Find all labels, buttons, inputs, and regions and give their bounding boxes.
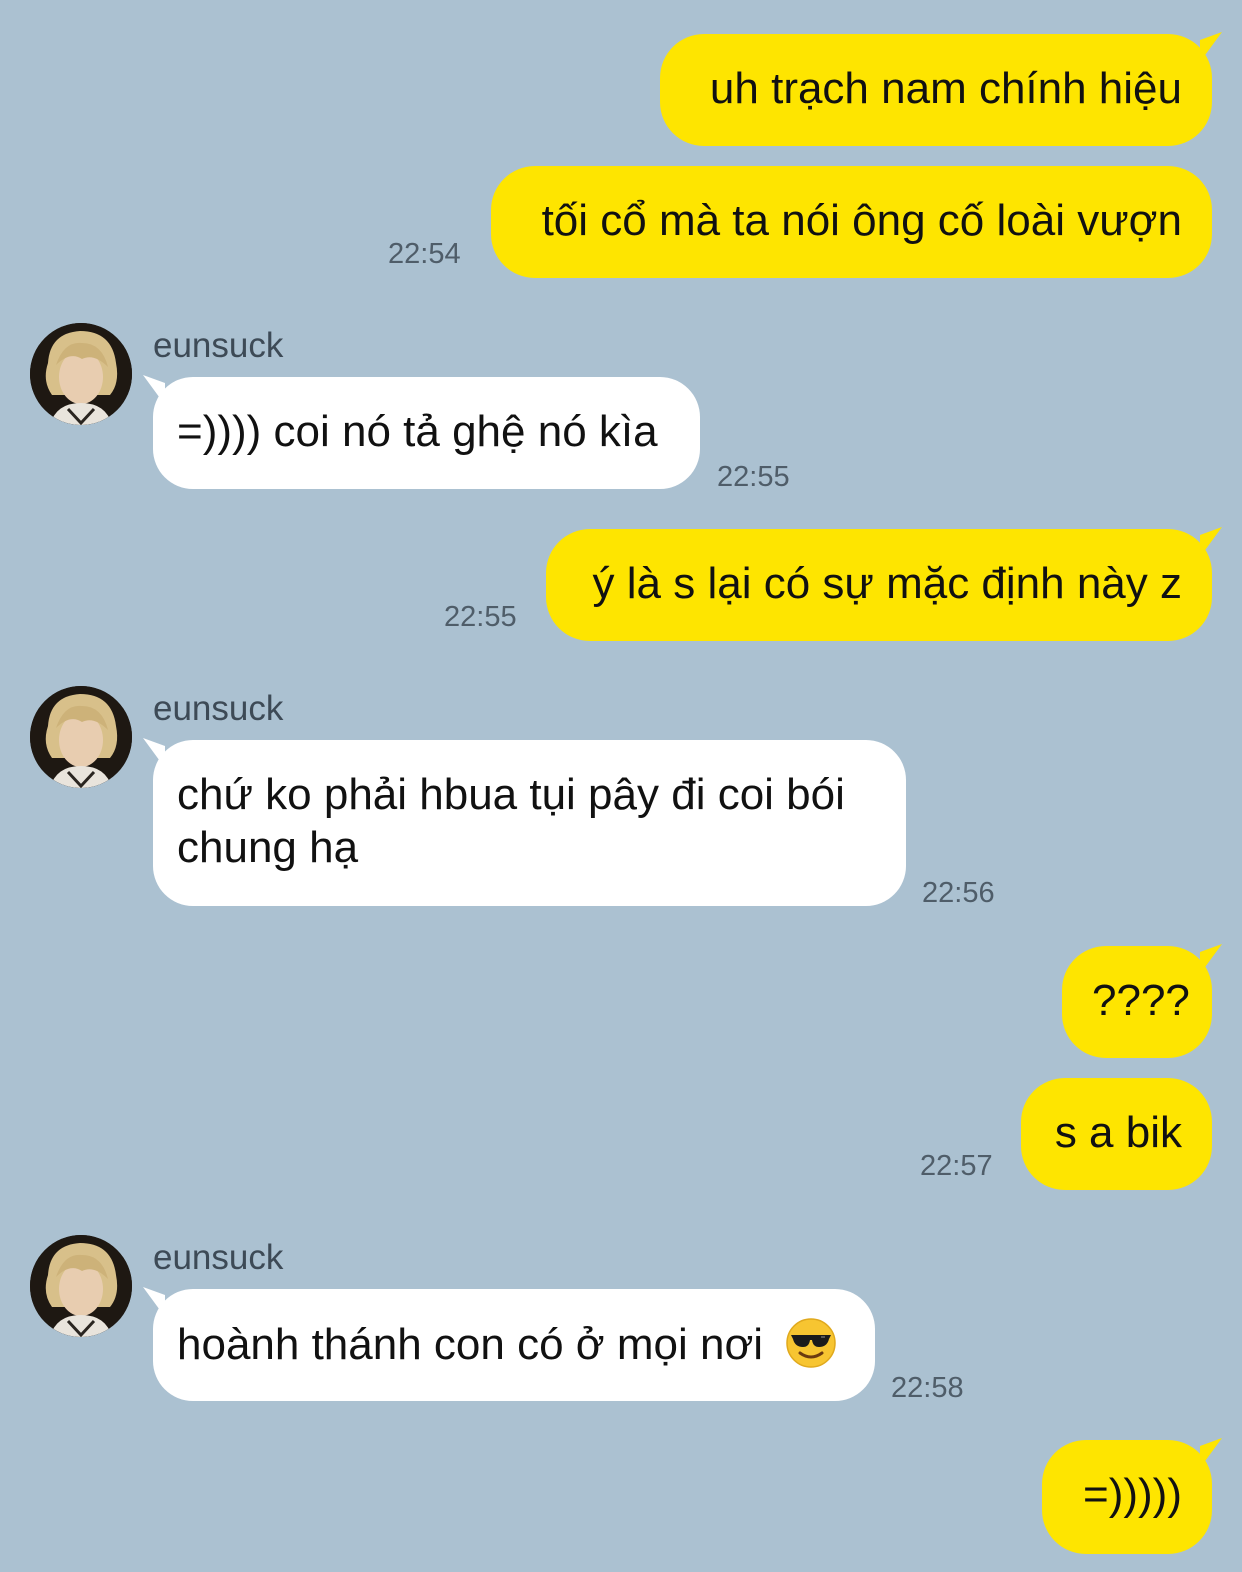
message-text: =)))))	[1083, 1470, 1182, 1519]
incoming-message-bubble[interactable]: =)))) coi nó tả ghệ nó kìa	[153, 377, 700, 489]
outgoing-message-bubble[interactable]: tối cổ mà ta nói ông cố loài vượn	[491, 166, 1212, 278]
message-timestamp: 22:57	[920, 1150, 993, 1182]
sender-name: eunsuck	[153, 326, 284, 365]
profile-photo-icon	[30, 323, 132, 425]
message-timestamp: 22:55	[444, 601, 517, 633]
message-text: ????	[1092, 976, 1190, 1025]
message-text: tối cổ mà ta nói ông cố loài vượn	[541, 196, 1182, 245]
smiling-face-with-sunglasses-icon	[785, 1317, 837, 1369]
profile-photo-icon	[30, 686, 132, 788]
profile-photo-icon	[30, 1235, 132, 1337]
outgoing-message-bubble[interactable]: uh trạch nam chính hiệu	[660, 34, 1212, 146]
contact-avatar[interactable]	[30, 1235, 132, 1337]
message-text-line: chung hạ	[177, 823, 359, 872]
outgoing-message-bubble[interactable]: ????	[1062, 946, 1212, 1058]
message-text: ý là s lại có sự mặc định này z	[592, 559, 1182, 608]
message-text-line: chứ ko phải hbua tụi pây đi coi bói	[177, 770, 845, 819]
message-text: s a bik	[1054, 1108, 1182, 1157]
message-text: uh trạch nam chính hiệu	[709, 64, 1182, 113]
contact-avatar[interactable]	[30, 323, 132, 425]
message-text: =)))) coi nó tả ghệ nó kìa	[177, 407, 658, 456]
message-text: hoành thánh con có ở mọi nơi	[177, 1320, 764, 1369]
sender-name: eunsuck	[153, 689, 284, 728]
outgoing-message-bubble[interactable]: =)))))	[1042, 1440, 1212, 1554]
outgoing-message-bubble[interactable]: s a bik	[1021, 1078, 1212, 1190]
incoming-message-bubble[interactable]: hoành thánh con có ở mọi nơi	[153, 1289, 875, 1401]
message-timestamp: 22:56	[922, 877, 995, 909]
message-timestamp: 22:55	[717, 461, 790, 493]
chat-area[interactable]: uh trạch nam chính hiệu 22:54 tối cổ mà …	[0, 0, 1242, 1572]
message-timestamp: 22:58	[891, 1372, 964, 1404]
message-timestamp: 22:54	[388, 238, 461, 270]
outgoing-message-bubble[interactable]: ý là s lại có sự mặc định này z	[546, 529, 1212, 641]
sender-name: eunsuck	[153, 1238, 284, 1277]
incoming-message-bubble[interactable]: chứ ko phải hbua tụi pây đi coi bói chun…	[153, 740, 906, 906]
contact-avatar[interactable]	[30, 686, 132, 788]
